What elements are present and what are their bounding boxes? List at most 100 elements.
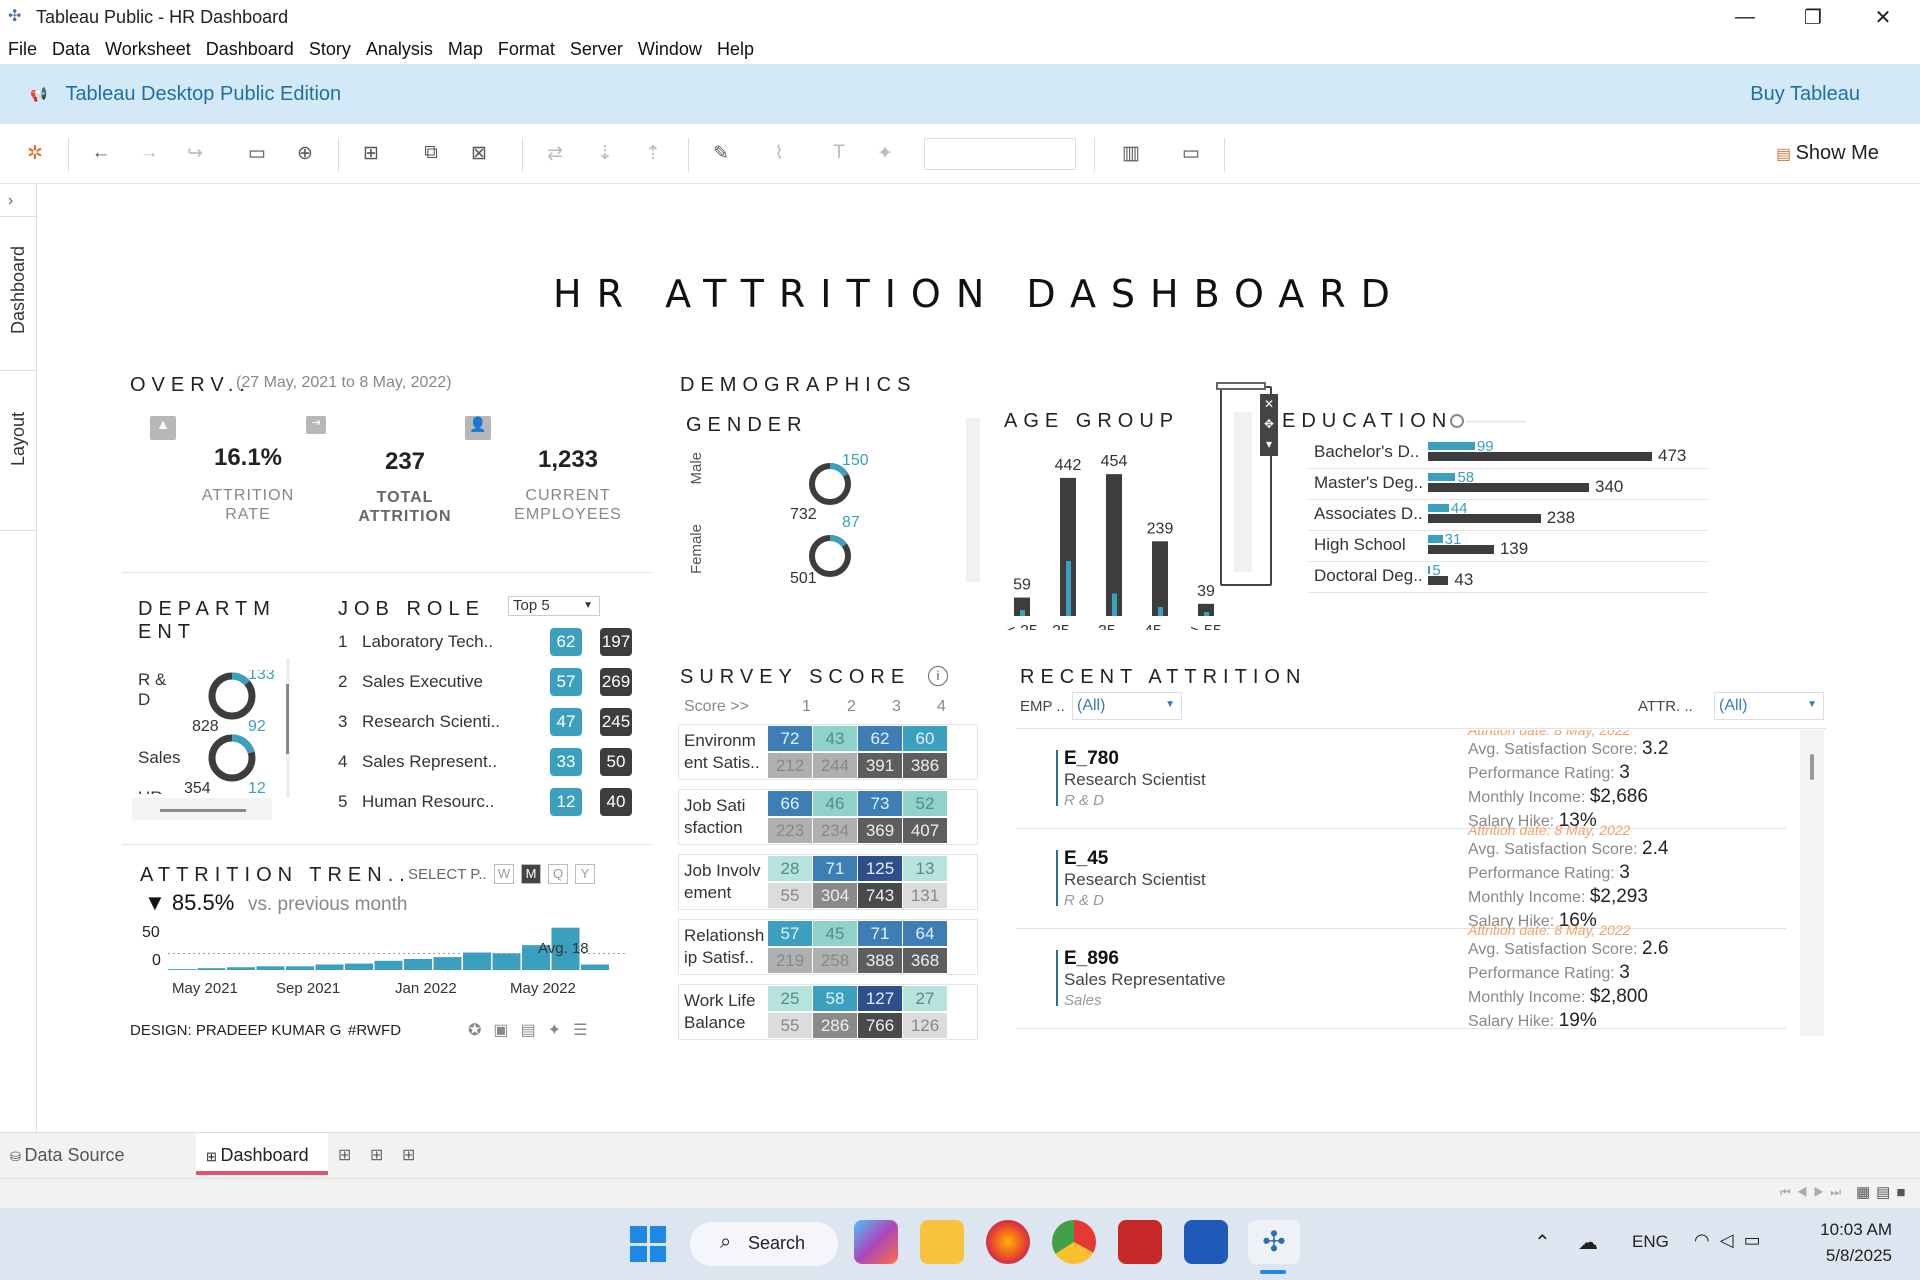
- social-icons[interactable]: ✪▣▤✦☰: [468, 1020, 599, 1040]
- word-icon[interactable]: [1184, 1220, 1228, 1264]
- slider-track[interactable]: [1466, 420, 1526, 423]
- survey-attrition-cell: 62: [858, 726, 902, 751]
- acrobat-icon[interactable]: [1118, 1220, 1162, 1264]
- chevron-up-icon[interactable]: ⌃: [1534, 1230, 1551, 1255]
- swap-icon[interactable]: ⇄: [542, 142, 568, 165]
- container-grip[interactable]: [1216, 382, 1266, 390]
- menu-window[interactable]: Window: [638, 39, 702, 60]
- file-explorer-icon[interactable]: [920, 1220, 964, 1264]
- menu-help[interactable]: Help: [717, 39, 754, 60]
- close-button[interactable]: ✕: [1848, 0, 1918, 34]
- redo-icon[interactable]: →: [136, 142, 162, 164]
- menu-story[interactable]: Story: [309, 39, 351, 60]
- new-data-source-icon[interactable]: ⊕: [292, 142, 318, 165]
- emp-filter-dropdown[interactable]: (All) ▼: [1072, 692, 1182, 720]
- job-role-attrition: 12: [550, 788, 582, 816]
- employee-id[interactable]: E_45: [1064, 848, 1108, 870]
- highlight-icon[interactable]: ✎: [708, 142, 734, 165]
- presentation-icon[interactable]: ▭: [1178, 142, 1204, 165]
- menu-data[interactable]: Data: [52, 39, 90, 60]
- trend-bar: [315, 964, 344, 970]
- department-hscroll[interactable]: [132, 798, 272, 820]
- replay-icon[interactable]: ↪: [182, 142, 208, 165]
- menu-worksheet[interactable]: Worksheet: [105, 39, 191, 60]
- tableau-taskbar-icon[interactable]: ✣: [1248, 1220, 1300, 1264]
- undo-icon[interactable]: ←: [88, 142, 114, 164]
- period-y-button[interactable]: Y: [575, 864, 595, 884]
- info-icon[interactable]: i: [928, 666, 948, 686]
- nav-arrows[interactable]: ⏮◀▶⏭: [1780, 1185, 1847, 1200]
- survey-metric-name: Work Life Balance: [684, 991, 756, 1032]
- slider-handle[interactable]: [1450, 414, 1464, 428]
- survey-attrition-cell: 127: [858, 986, 902, 1011]
- gender-current: 732: [790, 506, 817, 523]
- period-q-button[interactable]: Q: [548, 864, 568, 884]
- new-worksheet-tab-icon[interactable]: ⊞: [338, 1145, 351, 1165]
- tab-layout-pane[interactable]: Layout: [0, 384, 37, 494]
- job-role-current: 40: [600, 788, 632, 816]
- education-current-value: 473: [1658, 446, 1687, 465]
- language-indicator[interactable]: ENG: [1632, 1232, 1669, 1252]
- tab-dashboard-pane[interactable]: Dashboard: [0, 230, 37, 350]
- menu-server[interactable]: Server: [570, 39, 623, 60]
- show-me-button[interactable]: ▤ Show Me: [1776, 142, 1879, 165]
- new-worksheet-icon[interactable]: ⊞: [358, 142, 384, 165]
- view-toggle-icons[interactable]: ▦▤■: [1856, 1183, 1911, 1201]
- new-story-tab-icon[interactable]: ⊞: [402, 1145, 415, 1165]
- survey-current-cell: 131: [903, 883, 947, 908]
- minimize-button[interactable]: —: [1710, 0, 1780, 34]
- sort-desc-icon[interactable]: ⇡: [640, 142, 666, 165]
- menu-analysis[interactable]: Analysis: [366, 39, 433, 60]
- survey-current-cell: 234: [813, 818, 857, 843]
- top-n-dropdown[interactable]: Top 5 ▼: [508, 596, 600, 616]
- employee-id[interactable]: E_780: [1064, 748, 1119, 770]
- menu-file[interactable]: File: [8, 39, 37, 60]
- taskbar-search[interactable]: ⌕ Search: [690, 1222, 838, 1266]
- onedrive-icon[interactable]: ☁: [1578, 1230, 1598, 1255]
- tab-dashboard[interactable]: ⊞ Dashboard: [196, 1133, 328, 1175]
- recent-scrollbar[interactable]: [1800, 730, 1824, 1036]
- clock[interactable]: 10:03 AM 5/8/2025: [1800, 1220, 1892, 1266]
- tab-data-source[interactable]: ⛁ Data Source: [10, 1145, 125, 1166]
- move-icon: ✥: [1263, 417, 1275, 431]
- attr-filter-dropdown[interactable]: (All) ▼: [1714, 692, 1824, 720]
- clear-sheet-icon[interactable]: ⊠: [466, 142, 492, 165]
- period-m-button[interactable]: M: [521, 864, 541, 884]
- system-tray-icons[interactable]: ◠◁▭: [1694, 1230, 1771, 1251]
- windows-start-icon[interactable]: [630, 1226, 666, 1262]
- menu-format[interactable]: Format: [498, 39, 555, 60]
- department-scroll-track[interactable]: [286, 658, 290, 798]
- duplicate-icon[interactable]: ⧉: [418, 142, 444, 164]
- hashtag: #RWFD: [348, 1022, 402, 1039]
- title-bar: ✣ Tableau Public - HR Dashboard — ❐ ✕: [0, 0, 1920, 34]
- tableau-home-icon[interactable]: ✲: [22, 142, 48, 165]
- period-w-button[interactable]: W: [494, 864, 514, 884]
- dashboard-title: HR ATTRITION DASHBOARD: [553, 272, 1405, 316]
- job-role-current: 50: [600, 748, 632, 776]
- menu-dashboard[interactable]: Dashboard: [206, 39, 294, 60]
- education-attrition-bar: [1428, 566, 1431, 574]
- score-header: 1 2 3 4: [768, 698, 958, 720]
- job-role-rank: 3: [338, 712, 348, 731]
- pin-icon[interactable]: ✦: [872, 142, 898, 165]
- employee-id[interactable]: E_896: [1064, 948, 1119, 970]
- expand-icon[interactable]: ›: [8, 192, 13, 210]
- fit-dropdown[interactable]: [924, 138, 1076, 170]
- copilot-icon[interactable]: [854, 1220, 898, 1264]
- text-icon[interactable]: T: [826, 142, 852, 164]
- attach-icon[interactable]: ⌇: [766, 142, 792, 165]
- firefox-icon[interactable]: [986, 1220, 1030, 1264]
- restore-button[interactable]: ❐: [1778, 0, 1848, 34]
- chrome-icon[interactable]: [1052, 1220, 1096, 1264]
- attrition-date: Attrition date: 8 May, 2022: [1468, 822, 1631, 838]
- employee-dept: R & D: [1064, 892, 1105, 909]
- trend-bar: [168, 969, 196, 970]
- menu-map[interactable]: Map: [448, 39, 483, 60]
- new-dashboard-tab-icon[interactable]: ⊞: [370, 1145, 383, 1165]
- save-icon[interactable]: ▭: [244, 142, 270, 165]
- sort-asc-icon[interactable]: ⇣: [592, 142, 618, 165]
- fit-width-icon[interactable]: ▥: [1118, 142, 1144, 165]
- buy-tableau-link[interactable]: Buy Tableau: [1750, 83, 1860, 106]
- education-current-bar: [1428, 514, 1541, 523]
- survey-heatmap: Environm ent Satis.. 72 43 62 60 212 244 391 386 J…: [678, 724, 978, 1054]
